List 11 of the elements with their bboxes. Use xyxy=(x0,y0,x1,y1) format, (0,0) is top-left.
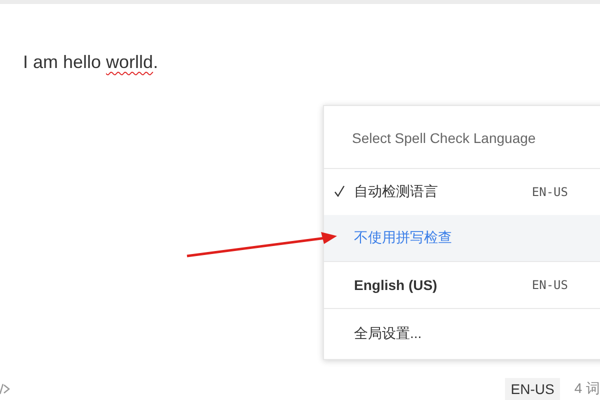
code-icon[interactable] xyxy=(0,382,10,396)
menu-item-label: 自动检测语言 xyxy=(354,183,439,201)
menu-item[interactable]: 自动检测语言 EN-US xyxy=(324,169,600,215)
settings-item[interactable]: 全局设置... xyxy=(324,309,600,359)
language-indicator[interactable]: EN-US xyxy=(504,378,560,400)
menu-title: Select Spell Check Language xyxy=(324,106,600,169)
menu-item[interactable]: English (US) EN-US xyxy=(324,262,600,308)
language-code: EN-US xyxy=(532,185,568,199)
menu-item[interactable]: 不使用拼写检查 xyxy=(324,215,600,261)
editor-text: I am hello worlld. xyxy=(23,52,160,73)
word-count: 4 词 xyxy=(574,380,600,398)
